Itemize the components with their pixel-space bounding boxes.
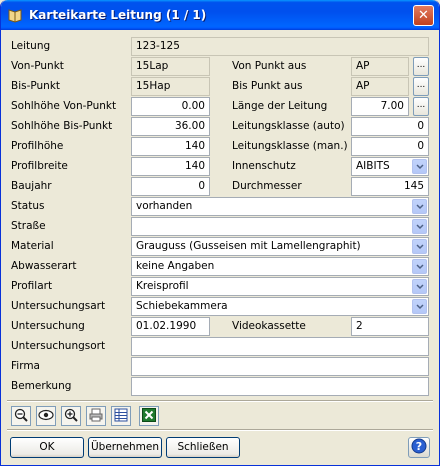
abwasserart-select[interactable]: keine Angaben: [131, 257, 429, 276]
view-button[interactable]: [36, 406, 56, 426]
chevron-down-icon[interactable]: [412, 259, 427, 274]
dialog-window: Karteikarte Leitung (1 / 1) ✕ Leitung 12…: [0, 0, 440, 466]
label-firma: Firma: [11, 360, 40, 372]
baujahr-input[interactable]: 0: [131, 177, 210, 196]
button-separator: [7, 429, 433, 431]
videokassette-input[interactable]: 2: [351, 317, 429, 336]
table-icon: [114, 408, 128, 425]
help-icon: ?: [411, 438, 427, 457]
untersuchungsart-select[interactable]: Schiebekammera: [131, 297, 429, 316]
label-profilbreite: Profilbreite: [11, 160, 68, 172]
label-laenge: Länge der Leitung: [232, 100, 328, 112]
print-button[interactable]: [86, 406, 106, 426]
label-sohlhoehe-von: Sohlhöhe Von-Punkt: [11, 100, 117, 112]
label-von-punkt: Von-Punkt: [11, 60, 64, 72]
excel-icon: [142, 407, 156, 425]
label-abwasserart: Abwasserart: [11, 260, 77, 272]
chevron-down-icon[interactable]: [412, 279, 427, 294]
chevron-down-icon[interactable]: [412, 219, 427, 234]
profilbreite-input[interactable]: 140: [131, 157, 210, 176]
chevron-down-icon[interactable]: [412, 239, 427, 254]
print-icon: [89, 408, 103, 425]
excel-export-button[interactable]: [139, 406, 159, 426]
profilhoehe-input[interactable]: 140: [131, 137, 210, 156]
profilart-select[interactable]: Kreisprofil: [131, 277, 429, 296]
innenschutz-select[interactable]: AIBITS: [351, 157, 429, 176]
label-leitungsklasse-auto: Leitungsklasse (auto): [232, 120, 345, 132]
table-button[interactable]: [111, 406, 131, 426]
laenge-browse-button[interactable]: ...: [413, 97, 429, 116]
apply-button[interactable]: Übernehmen: [88, 437, 162, 458]
label-bis-punkt-aus: Bis Punkt aus: [232, 80, 303, 92]
close-window-button[interactable]: ✕: [413, 5, 434, 26]
label-untersuchung: Untersuchung: [11, 320, 85, 332]
zoom-out-icon: [14, 408, 28, 425]
label-leitungsklasse-man: Leitungsklasse (man.): [232, 140, 348, 152]
leitungsklasse-auto-input[interactable]: 0: [351, 117, 429, 136]
label-videokassette: Videokassette: [232, 320, 306, 332]
label-leitung: Leitung: [11, 40, 51, 52]
chevron-down-icon[interactable]: [412, 159, 427, 174]
label-untersuchungsart: Untersuchungsart: [11, 300, 106, 312]
von-punkt-aus-field: AP: [351, 57, 409, 76]
label-bemerkung: Bemerkung: [11, 380, 72, 392]
status-value: vorhanden: [136, 200, 193, 212]
label-strasse: Straße: [11, 220, 46, 232]
firma-input[interactable]: [131, 357, 429, 376]
material-select[interactable]: Grauguss (Gusseisen mit Lamellengraphit): [131, 237, 429, 256]
von-punkt-field: 15Lap: [131, 57, 210, 76]
untersuchungsort-input[interactable]: [131, 337, 429, 356]
chevron-down-icon[interactable]: [412, 199, 427, 214]
label-sohlhoehe-bis: Sohlhöhe Bis-Punkt: [11, 120, 113, 132]
material-value: Grauguss (Gusseisen mit Lamellengraphit): [136, 240, 361, 252]
toolbar-separator: [7, 400, 433, 402]
sohlhoehe-bis-input[interactable]: 36.00: [131, 117, 210, 136]
sohlhoehe-von-input[interactable]: 0.00: [131, 97, 210, 116]
close-button[interactable]: Schließen: [166, 437, 240, 458]
bis-punkt-field: 15Hap: [131, 77, 210, 96]
label-durchmesser: Durchmesser: [232, 180, 302, 192]
bemerkung-input[interactable]: [131, 377, 429, 396]
chevron-down-icon[interactable]: [412, 299, 427, 314]
von-punkt-aus-browse-button[interactable]: ...: [413, 57, 429, 76]
ok-button[interactable]: OK: [10, 437, 84, 458]
label-untersuchungsort: Untersuchungsort: [11, 340, 106, 352]
help-button[interactable]: ?: [408, 437, 430, 458]
label-innenschutz: Innenschutz: [232, 160, 296, 172]
bis-punkt-aus-browse-button[interactable]: ...: [413, 77, 429, 96]
book-icon: [7, 7, 23, 23]
svg-text:?: ?: [416, 440, 422, 453]
title-bar: Karteikarte Leitung (1 / 1) ✕: [1, 0, 439, 30]
zoom-in-icon: [64, 408, 78, 425]
innenschutz-value: AIBITS: [356, 160, 390, 172]
label-material: Material: [11, 240, 54, 252]
status-select[interactable]: vorhanden: [131, 197, 429, 216]
untersuchungsart-value: Schiebekammera: [136, 300, 228, 312]
view-icon: [38, 409, 54, 424]
label-profilhoehe: Profilhöhe: [11, 140, 64, 152]
profilart-value: Kreisprofil: [136, 280, 189, 292]
leitungsklasse-man-input[interactable]: 0: [351, 137, 429, 156]
zoom-in-button[interactable]: [61, 406, 81, 426]
label-baujahr: Baujahr: [11, 180, 52, 192]
untersuchung-input[interactable]: 01.02.1990: [131, 317, 210, 336]
laenge-input[interactable]: 7.00: [351, 97, 409, 116]
label-profilart: Profilart: [11, 280, 53, 292]
label-von-punkt-aus: Von Punkt aus: [232, 60, 307, 72]
label-status: Status: [11, 200, 45, 212]
strasse-select[interactable]: [131, 217, 429, 236]
window-title: Karteikarte Leitung (1 / 1): [29, 8, 207, 22]
zoom-out-button[interactable]: [11, 406, 31, 426]
abwasserart-value: keine Angaben: [136, 260, 215, 272]
label-bis-punkt: Bis-Punkt: [11, 80, 61, 92]
leitung-field: 123-125: [131, 37, 429, 56]
bis-punkt-aus-field: AP: [351, 77, 409, 96]
durchmesser-input[interactable]: 145: [351, 177, 429, 196]
